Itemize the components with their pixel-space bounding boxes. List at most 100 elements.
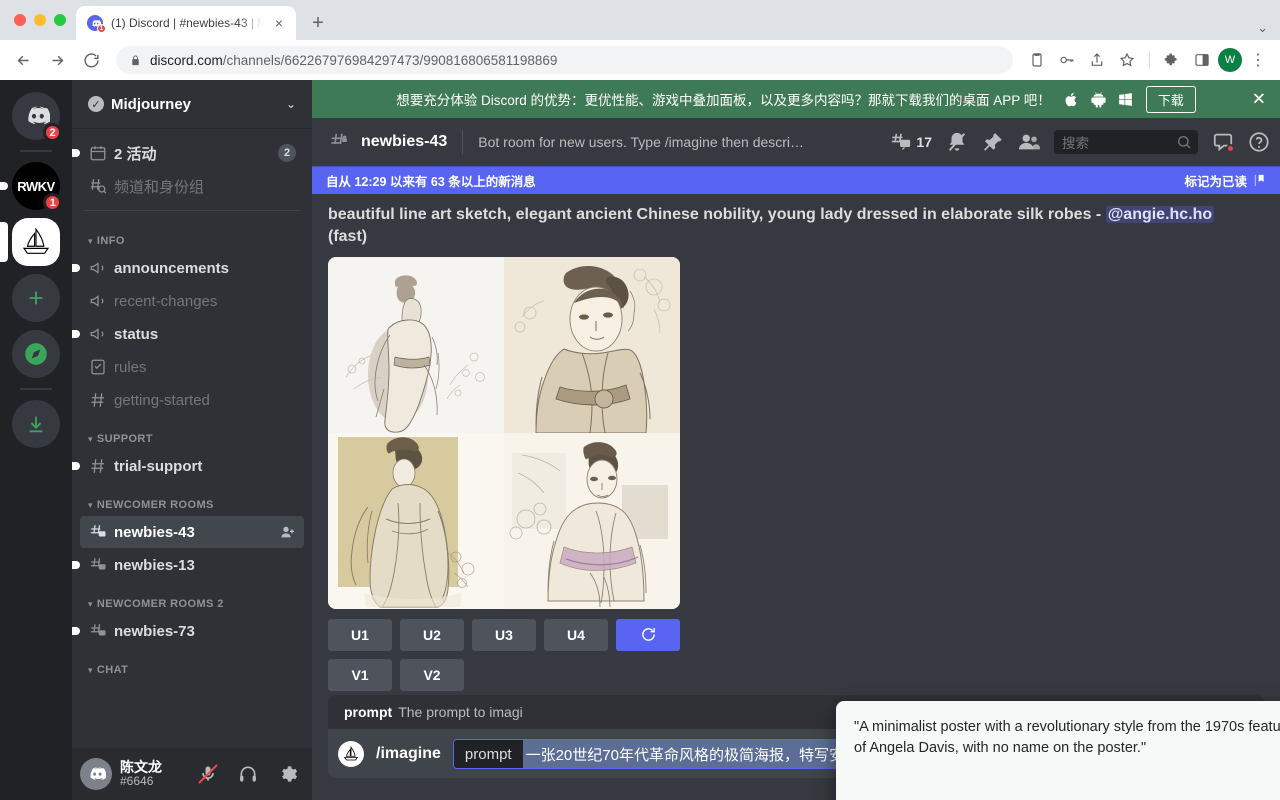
- upscale-u4-button[interactable]: U4: [544, 618, 608, 651]
- tab-title: (1) Discord | #newbies-43 | Mi: [111, 16, 262, 30]
- download-apps-button[interactable]: [12, 400, 60, 448]
- download-button[interactable]: 下载: [1145, 85, 1196, 113]
- new-tab-button[interactable]: +: [304, 9, 332, 37]
- generated-image-grid[interactable]: [328, 256, 680, 609]
- translation-popover: "A minimalist poster with a revolutionar…: [836, 701, 1280, 800]
- browse-channels-icon: [88, 176, 108, 196]
- sidebar-divider: [84, 210, 300, 211]
- close-tab-button[interactable]: ×: [270, 14, 288, 32]
- sidebar-item-newbies-13[interactable]: newbies-13: [72, 549, 304, 581]
- hash-icon: [88, 456, 108, 476]
- category-chat[interactable]: ▾ CHAT: [72, 648, 312, 680]
- sidebar-item-getting-started[interactable]: getting-started: [80, 384, 304, 416]
- unread-indicator: [72, 462, 80, 470]
- server-midjourney[interactable]: [0, 218, 60, 266]
- prompt-option-key: prompt: [453, 740, 523, 768]
- browser-toolbar: discord.com/channels/662267976984297473/…: [0, 40, 1280, 80]
- share-icon[interactable]: [1083, 46, 1111, 74]
- close-banner-button[interactable]: ✕: [1252, 91, 1266, 108]
- clipboard-icon[interactable]: [1023, 46, 1051, 74]
- reload-icon[interactable]: [76, 45, 106, 75]
- members-icon[interactable]: [1018, 131, 1040, 153]
- upscale-u3-button[interactable]: U3: [472, 618, 536, 651]
- upscale-u1-button[interactable]: U1: [328, 618, 392, 651]
- sidebar-item-newbies-43[interactable]: newbies-43: [80, 516, 304, 548]
- mark-as-read-button[interactable]: 标记为已读: [1184, 171, 1268, 190]
- puzzle-icon[interactable]: [1158, 46, 1186, 74]
- add-server-button[interactable]: [12, 274, 60, 322]
- sidebar-item-label: recent-changes: [114, 292, 218, 310]
- browser-menu-button[interactable]: ⋮: [1244, 46, 1272, 74]
- image-tile-3[interactable]: [328, 432, 504, 609]
- avatar[interactable]: [80, 758, 112, 790]
- category-newcomer-rooms[interactable]: ▾ NEWCOMER ROOMS: [72, 483, 312, 515]
- search-placeholder: 搜索: [1062, 136, 1089, 151]
- search-input[interactable]: 搜索: [1054, 130, 1198, 154]
- pin-icon[interactable]: [982, 131, 1004, 153]
- category-newcomer-rooms-2[interactable]: ▾ NEWCOMER ROOMS 2: [72, 582, 312, 614]
- server-initials: RWKV: [17, 178, 55, 194]
- image-tile-2[interactable]: [504, 256, 680, 433]
- rules-icon: [88, 357, 108, 377]
- explore-servers-button[interactable]: [12, 330, 60, 378]
- windows-icon: [1118, 92, 1132, 106]
- sidebar-item-status[interactable]: status: [72, 318, 304, 350]
- category-label: SUPPORT: [96, 433, 153, 445]
- close-window-button[interactable]: [14, 14, 26, 26]
- sidebar-item-rules[interactable]: rules: [80, 351, 304, 383]
- channel-name: newbies-43: [361, 133, 448, 150]
- rail-divider-2: [20, 388, 52, 390]
- star-icon[interactable]: [1113, 46, 1141, 74]
- inbox-icon[interactable]: [1212, 131, 1235, 153]
- headphones-icon[interactable]: [232, 758, 264, 790]
- browser-tab[interactable]: 1 (1) Discord | #newbies-43 | Mi ×: [76, 6, 296, 40]
- category-support[interactable]: ▾ SUPPORT: [72, 417, 312, 449]
- back-arrow-icon[interactable]: [8, 45, 38, 75]
- mark-as-read-label: 标记为已读: [1184, 174, 1247, 189]
- user-info[interactable]: 陈文龙 #6646: [120, 759, 184, 789]
- key-icon[interactable]: [1053, 46, 1081, 74]
- sidebar-item-browse-channels[interactable]: 频道和身份组: [80, 170, 304, 202]
- address-bar[interactable]: discord.com/channels/662267976984297473/…: [116, 46, 1013, 74]
- profile-avatar[interactable]: W: [1218, 48, 1242, 72]
- variation-v2-button[interactable]: V2: [400, 658, 464, 691]
- sidepanel-icon[interactable]: [1188, 46, 1216, 74]
- variation-v1-button[interactable]: V1: [328, 658, 392, 691]
- sidebar-item-newbies-73[interactable]: newbies-73: [72, 615, 304, 647]
- main-content: 想要充分体验 Discord 的优势：更优性能、游戏中叠加面板，以及更多内容吗？…: [312, 80, 1280, 800]
- maximize-window-button[interactable]: [54, 14, 66, 26]
- help-icon[interactable]: [1248, 131, 1270, 153]
- category-collapse-icon: ▾: [88, 499, 93, 510]
- inbox-unread-dot: [1226, 144, 1235, 153]
- new-messages-bar[interactable]: 自从 12:29 以来有 63 条以上的新消息 标记为已读: [312, 166, 1280, 194]
- new-messages-text: 自从 12:29 以来有 63 条以上的新消息: [326, 174, 536, 189]
- bell-off-icon[interactable]: [946, 131, 968, 153]
- server-rwkv[interactable]: RWKV 1: [0, 162, 62, 212]
- tab-list-chevron-icon[interactable]: ⌄: [1257, 20, 1280, 36]
- thread-hash-icon: [88, 621, 108, 641]
- threads-icon[interactable]: 17: [890, 131, 932, 153]
- server-direct-messages[interactable]: 2: [12, 92, 62, 142]
- channel-header: newbies-43 Bot room for new users. Type …: [312, 118, 1280, 166]
- verified-badge-icon: ✓: [88, 96, 104, 112]
- chevron-down-icon[interactable]: ⌄: [286, 97, 296, 111]
- image-tile-4[interactable]: [504, 432, 680, 609]
- forward-arrow-icon[interactable]: [42, 45, 72, 75]
- mic-muted-icon[interactable]: [192, 758, 224, 790]
- sidebar-item-recent-changes[interactable]: recent-changes: [80, 285, 304, 317]
- minimize-window-button[interactable]: [34, 14, 46, 26]
- category-info[interactable]: ▾ INFO: [72, 219, 312, 251]
- reroll-button[interactable]: [616, 618, 680, 651]
- guild-header[interactable]: ✓ Midjourney ⌄: [72, 80, 312, 128]
- events-count-badge: 2: [278, 144, 296, 162]
- sidebar-item-events[interactable]: 2 活动 2: [72, 137, 304, 169]
- channel-topic[interactable]: Bot room for new users. Type /imagine th…: [478, 134, 808, 150]
- mention-chip[interactable]: @angie.hc.ho: [1105, 206, 1215, 223]
- message-content: beautiful line art sketch, elegant ancie…: [328, 204, 1264, 249]
- add-member-icon[interactable]: [280, 524, 296, 540]
- settings-gear-icon[interactable]: [272, 758, 304, 790]
- upscale-u2-button[interactable]: U2: [400, 618, 464, 651]
- sidebar-item-announcements[interactable]: announcements: [72, 252, 304, 284]
- sidebar-item-trial-support[interactable]: trial-support: [72, 450, 304, 482]
- image-tile-1[interactable]: [328, 256, 504, 433]
